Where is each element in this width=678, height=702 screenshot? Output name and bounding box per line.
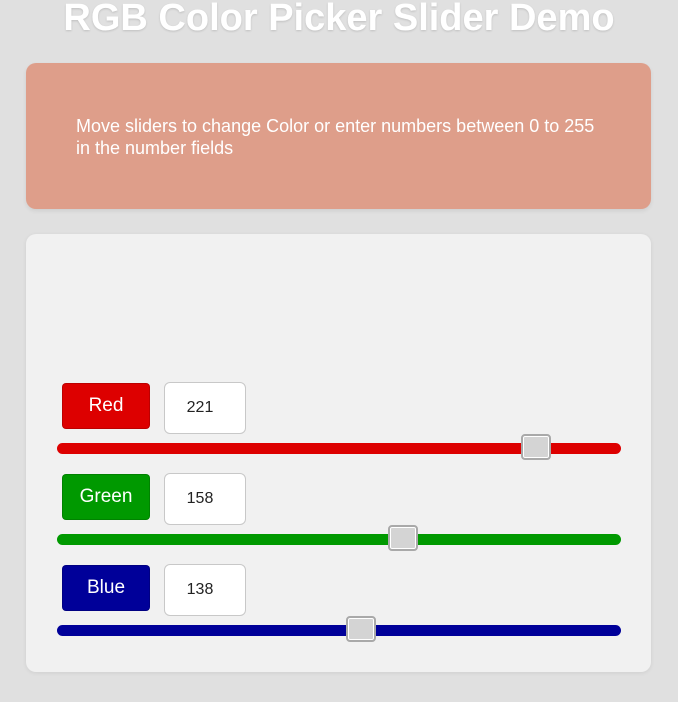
- red-slider-handle-icon[interactable]: [520, 434, 551, 460]
- green-slider-handle-icon[interactable]: [388, 525, 419, 551]
- blue-slider-track[interactable]: [57, 625, 621, 636]
- page-title: RGB Color Picker Slider Demo: [63, 0, 615, 39]
- green-number-input[interactable]: [164, 473, 246, 525]
- green-slider-track[interactable]: [57, 534, 621, 545]
- slider-control-panel: Red Green Blue: [26, 234, 651, 672]
- blue-channel: Blue: [26, 564, 651, 645]
- color-preview-panel: Move sliders to change Color or enter nu…: [26, 63, 651, 209]
- page: RGB Color Picker Slider Demo Move slider…: [0, 0, 678, 702]
- green-channel: Green: [26, 473, 651, 554]
- red-number-input[interactable]: [164, 382, 246, 434]
- blue-number-input[interactable]: [164, 564, 246, 616]
- red-label: Red: [62, 383, 150, 429]
- green-label: Green: [62, 474, 150, 520]
- instructions-text: Move sliders to change Color or enter nu…: [76, 116, 595, 158]
- blue-label: Blue: [62, 565, 150, 611]
- red-channel: Red: [26, 382, 651, 463]
- blue-slider-handle-icon[interactable]: [346, 616, 377, 642]
